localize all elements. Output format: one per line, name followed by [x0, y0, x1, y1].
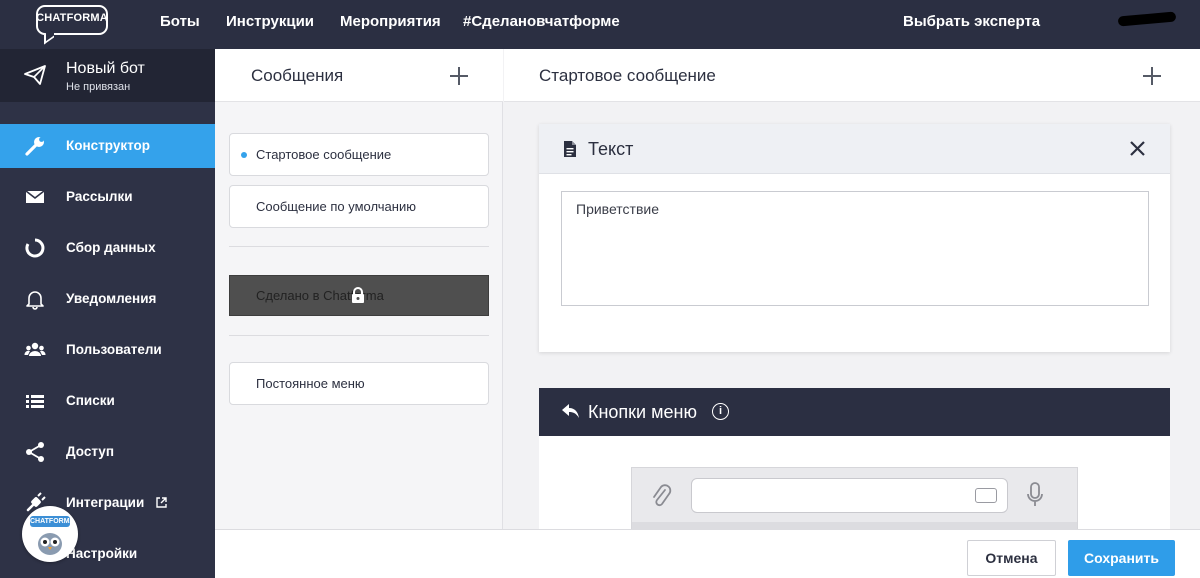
add-block-plus-icon[interactable] — [1143, 67, 1161, 85]
chatforma-mascot-badge[interactable]: CHATFORMA — [22, 506, 78, 562]
users-icon — [24, 342, 46, 356]
external-link-icon — [156, 497, 167, 508]
reply-arrow-icon — [562, 404, 579, 418]
wrench-icon — [25, 137, 44, 156]
close-icon[interactable] — [1129, 140, 1146, 157]
sidebar-item-label: Сбор данных — [66, 240, 156, 255]
text-block-header: Текст — [539, 124, 1170, 174]
sidebar-item-data-collection[interactable]: Сбор данных — [0, 226, 215, 270]
message-item-start[interactable]: Стартовое сообщение — [229, 133, 489, 176]
envelope-icon — [25, 190, 45, 203]
sidebar-item-lists[interactable]: Списки — [0, 379, 215, 423]
share-icon — [26, 442, 44, 462]
add-message-plus-icon[interactable] — [450, 67, 468, 85]
divider — [229, 335, 489, 336]
top-navigation-bar: CHATFORMA Боты Инструкции Мероприятия #С… — [0, 0, 1200, 49]
paperclip-icon — [653, 484, 672, 507]
preview-message-input — [691, 478, 1008, 513]
sidebar-item-label: Доступ — [66, 444, 114, 459]
message-item-label: Постоянное меню — [256, 376, 365, 391]
chatforma-logo[interactable]: CHATFORMA — [36, 5, 108, 45]
keyboard-icon — [975, 488, 997, 503]
messages-panel: Сообщения Стартовое сообщение Сообщение … — [215, 49, 503, 529]
info-icon[interactable]: i — [712, 403, 729, 420]
redacted-user-menu[interactable] — [1117, 11, 1177, 27]
messages-header: Сообщения — [215, 49, 503, 102]
bell-icon — [26, 291, 44, 310]
sidebar: Новый бот Не привязан Конструктор Рассыл… — [0, 49, 215, 578]
active-dot-icon — [241, 152, 247, 158]
sidebar-item-mailings[interactable]: Рассылки — [0, 175, 215, 219]
messenger-preview-bar — [631, 467, 1078, 530]
message-item-label: Стартовое сообщение — [256, 147, 392, 162]
logo-text: CHATFORMA — [36, 12, 108, 24]
message-item-made-in-chatforma-locked[interactable]: Сделано в Chatforma — [229, 275, 489, 316]
sidebar-item-label: Настройки — [66, 546, 138, 561]
sidebar-item-label: Конструктор — [66, 138, 151, 153]
message-item-persistent-menu[interactable]: Постоянное меню — [229, 362, 489, 405]
nav-instructions[interactable]: Инструкции — [226, 0, 314, 49]
list-icon — [26, 395, 44, 408]
text-block-title: Текст — [588, 139, 634, 159]
text-block-card: Текст Приветствие — [539, 124, 1170, 352]
sidebar-item-access[interactable]: Доступ — [0, 430, 215, 474]
sidebar-item-label: Интеграции — [66, 495, 145, 510]
bot-status: Не привязан — [66, 81, 131, 93]
sidebar-item-notifications[interactable]: Уведомления — [0, 277, 215, 321]
paper-plane-icon — [24, 65, 46, 85]
messages-title: Сообщения — [251, 66, 344, 85]
message-item-label: Сообщение по умолчанию — [256, 199, 416, 214]
cancel-button[interactable]: Отмена — [967, 540, 1056, 576]
footer-action-bar: Отмена Сохранить — [215, 529, 1200, 578]
nav-events[interactable]: Мероприятия — [340, 0, 441, 49]
nav-bots[interactable]: Боты — [160, 0, 200, 49]
divider — [229, 246, 489, 247]
lock-icon — [352, 287, 364, 303]
sidebar-item-users[interactable]: Пользователи — [0, 328, 215, 372]
save-button[interactable]: Сохранить — [1068, 540, 1175, 576]
owl-mascot-icon — [38, 533, 62, 555]
message-text-input[interactable]: Приветствие — [561, 191, 1149, 306]
sidebar-item-constructor[interactable]: Конструктор — [0, 124, 215, 168]
message-item-default[interactable]: Сообщение по умолчанию — [229, 185, 489, 228]
editor-title: Стартовое сообщение — [539, 66, 716, 85]
nav-made-on-platform[interactable]: #Сделановчатформе — [463, 0, 620, 49]
microphone-icon — [1027, 482, 1043, 506]
mascot-label: CHATFORMA — [30, 516, 75, 527]
sidebar-item-label: Уведомления — [66, 291, 157, 306]
bot-selector[interactable]: Новый бот Не привязан — [0, 49, 215, 102]
editor-header: Стартовое сообщение — [504, 49, 1200, 102]
sidebar-item-label: Пользователи — [66, 342, 162, 357]
bot-name: Новый бот — [66, 60, 145, 77]
document-icon — [564, 141, 576, 157]
menu-buttons-header: Кнопки меню i — [539, 388, 1170, 436]
menu-buttons-card: Кнопки меню i — [539, 388, 1170, 530]
menu-buttons-title: Кнопки меню — [588, 402, 697, 422]
nav-choose-expert[interactable]: Выбрать эксперта — [903, 0, 1040, 49]
circle-progress-icon — [25, 238, 45, 258]
sidebar-item-label: Списки — [66, 393, 115, 408]
sidebar-item-label: Рассылки — [66, 189, 133, 204]
